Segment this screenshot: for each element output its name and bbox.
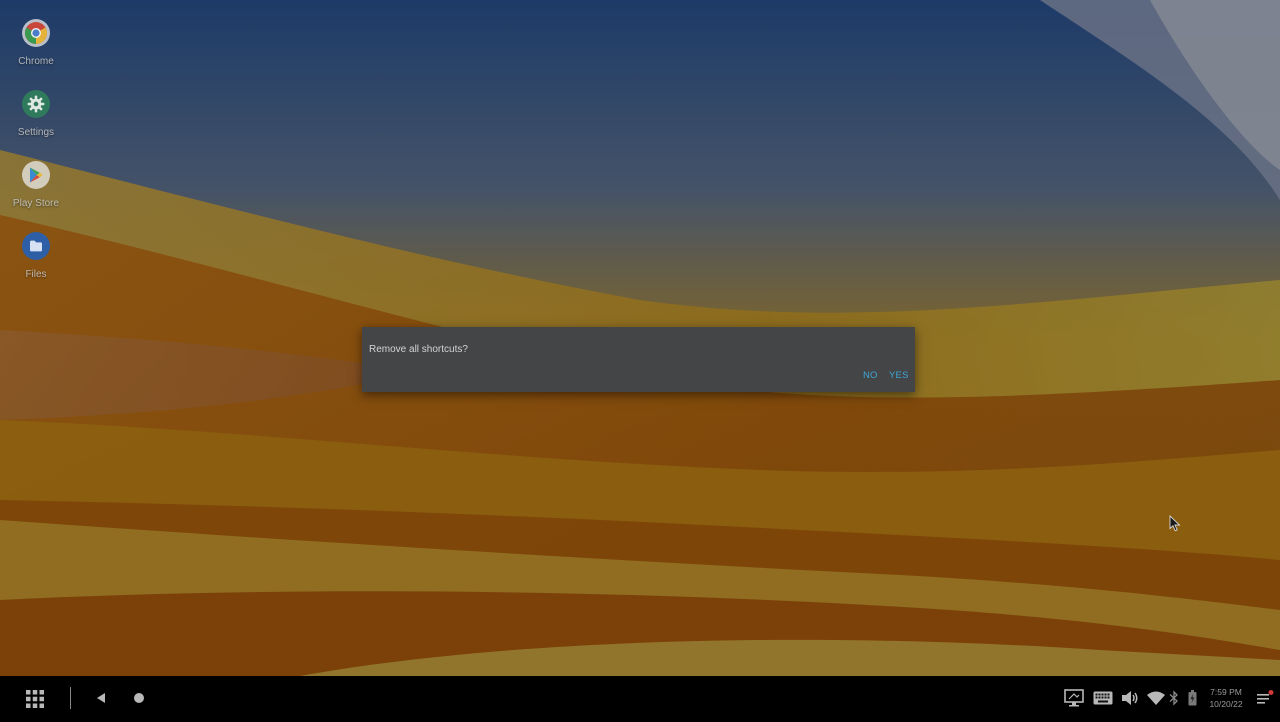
chrome-icon [22, 19, 50, 47]
taskbar: 7:59 PM 10/20/22 [0, 676, 1280, 722]
clock[interactable]: 7:59 PM 10/20/22 [1200, 686, 1252, 710]
remove-shortcuts-dialog: Remove all shortcuts? NO YES [362, 327, 915, 392]
clock-time: 7:59 PM [1210, 687, 1242, 697]
battery-icon[interactable] [1186, 688, 1198, 708]
volume-icon[interactable] [1120, 689, 1140, 707]
desktop-screen: Chrome Settings Play Store Files Remove … [0, 0, 1280, 722]
play-store-icon [22, 161, 50, 189]
desktop-shortcut-chrome[interactable]: Chrome [6, 19, 66, 67]
desktop-shortcut-settings[interactable]: Settings [6, 90, 66, 138]
desktop-shortcut-files[interactable]: Files [6, 232, 66, 280]
keyboard-icon[interactable] [1092, 689, 1114, 707]
clock-date: 10/20/22 [1209, 699, 1243, 709]
desktop-shortcut-label: Settings [17, 127, 55, 138]
no-button[interactable]: NO [863, 370, 878, 381]
settings-icon [22, 90, 50, 118]
mouse-cursor-icon [1169, 514, 1181, 537]
desktop-shortcut-play-store[interactable]: Play Store [6, 161, 66, 209]
notifications-icon[interactable] [1255, 688, 1275, 708]
desktop-shortcut-label: Play Store [12, 198, 60, 209]
desktop-shortcut-label: Files [25, 269, 47, 280]
bluetooth-icon[interactable] [1167, 689, 1181, 707]
back-icon[interactable] [93, 690, 109, 706]
desktop-shortcut-label: Chrome [18, 56, 54, 67]
app-drawer-icon[interactable] [24, 688, 46, 710]
yes-button[interactable]: YES [889, 370, 909, 381]
files-icon [22, 232, 50, 260]
home-icon[interactable] [131, 690, 147, 706]
dialog-message: Remove all shortcuts? [369, 344, 468, 355]
wifi-icon[interactable] [1146, 689, 1166, 707]
display-icon[interactable] [1063, 688, 1085, 708]
taskbar-divider [70, 687, 71, 709]
